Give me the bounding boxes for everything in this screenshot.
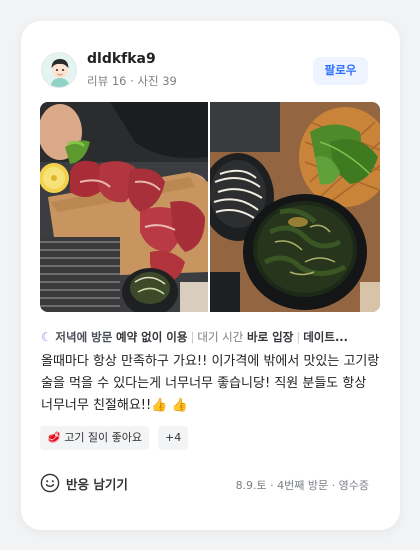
divider: | <box>190 330 195 344</box>
visit-info-tags[interactable]: ☾ 저녁에 방문 예약 없이 이용 | 대기 시간 바로 입장 | 데이트... <box>41 329 381 345</box>
smiley-icon <box>40 473 60 493</box>
visit-time-tag: 저녁에 방문 <box>55 330 113 344</box>
wait-time-value: 바로 입장 <box>247 330 294 344</box>
review-text[interactable]: 올때마다 항상 만족하구 가요!! 이가격에 밖에서 맛있는 고기랑 술을 먹을… <box>41 351 381 417</box>
leave-reaction-button[interactable]: 반응 남기기 <box>40 471 128 495</box>
reaction-label: 반응 남기기 <box>66 476 128 492</box>
purpose-tag: 데이트... <box>303 330 349 344</box>
divider: | <box>296 330 301 344</box>
crescent-moon-icon: ☾ <box>41 330 52 344</box>
review-card: dldkfka9 리뷰 16 · 사진 39 팔로우 ☾ 저녁에 방문 예약 없… <box>21 21 400 530</box>
visit-meta: 8.9.토 · 4번째 방문 · 영수증 <box>235 479 369 492</box>
reservation-tag: 예약 없이 이용 <box>115 330 188 344</box>
follow-button[interactable]: 팔로우 <box>313 57 368 85</box>
keyword-chip[interactable]: 🥩 고기 질이 좋아요 <box>40 426 150 450</box>
user-avatar[interactable] <box>41 52 77 88</box>
wait-time-label: 대기 시간 <box>197 330 244 344</box>
username[interactable]: dldkfka9 <box>87 51 156 67</box>
user-stats: 리뷰 16 · 사진 39 <box>87 74 177 88</box>
review-photo-soup[interactable] <box>210 102 380 312</box>
more-keywords-chip[interactable]: +4 <box>158 426 189 450</box>
review-photo-meat[interactable] <box>40 102 208 312</box>
